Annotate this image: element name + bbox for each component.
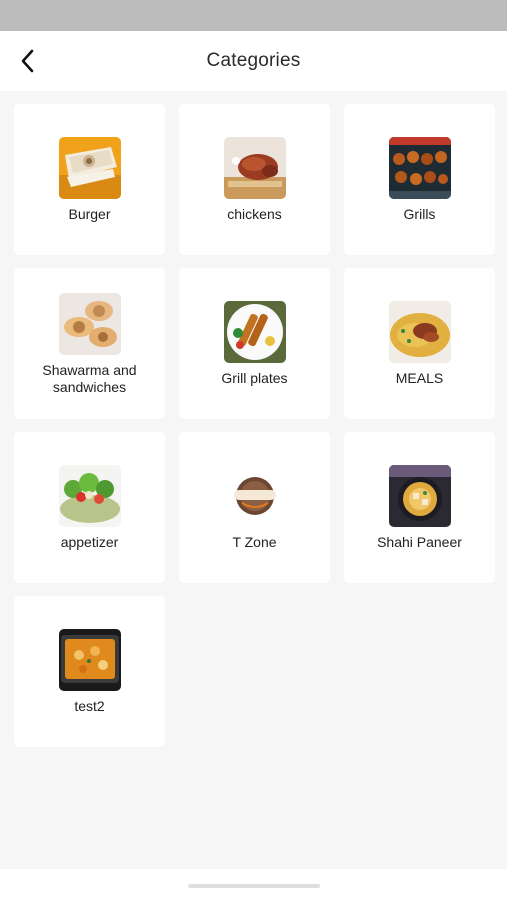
status-bar (0, 0, 507, 31)
app-bar: Categories (0, 31, 507, 91)
grill-skewers-image (388, 137, 451, 199)
category-card-chickens[interactable]: chickens (179, 104, 330, 255)
grill-plate-image (223, 301, 286, 363)
curry-bowl-image (388, 465, 451, 527)
category-card-t-zone[interactable]: T Zone (179, 432, 330, 583)
roast-chicken-image (223, 137, 286, 199)
category-card-meals[interactable]: MEALS (344, 268, 495, 419)
category-card-test2[interactable]: test2 (14, 596, 165, 747)
back-button[interactable] (12, 45, 44, 77)
wrap-roll-image (58, 137, 121, 199)
rice-meal-image (388, 301, 451, 363)
category-label: appetizer (60, 534, 119, 550)
category-label: Shahi Paneer (377, 534, 462, 550)
category-card-appetizer[interactable]: appetizer (14, 432, 165, 583)
logo-badge-image (223, 465, 286, 527)
system-navigation-bar (0, 869, 507, 900)
category-card-shawarma-and-sandwiches[interactable]: Shawarma and sandwiches (14, 268, 165, 419)
category-grid: Burger chickens Grills Shawarma and sand… (14, 104, 495, 747)
category-card-grills[interactable]: Grills (344, 104, 495, 255)
curry-dish-image (58, 629, 121, 691)
category-label: MEALS (395, 370, 444, 386)
category-label: T Zone (232, 534, 277, 550)
chevron-left-icon (21, 49, 34, 73)
category-label: Burger (68, 206, 111, 222)
category-label: Shawarma and sandwiches (42, 362, 137, 395)
category-card-grill-plates[interactable]: Grill plates (179, 268, 330, 419)
category-label: Grills (403, 206, 436, 222)
page-title: Categories (206, 50, 301, 71)
category-card-burger[interactable]: Burger (14, 104, 165, 255)
home-indicator[interactable] (188, 884, 320, 888)
category-card-shahi-paneer[interactable]: Shahi Paneer (344, 432, 495, 583)
salad-image (58, 465, 121, 527)
category-label: Grill plates (221, 370, 288, 386)
category-label: chickens (227, 206, 282, 222)
shawarma-rolls-image (58, 293, 121, 355)
category-label: test2 (74, 698, 105, 714)
